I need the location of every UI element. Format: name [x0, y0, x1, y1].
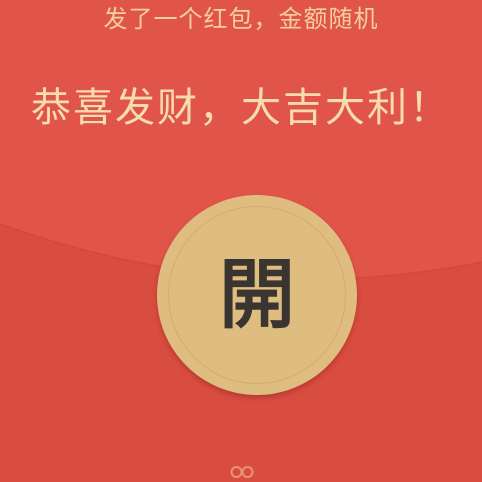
open-button-label: 開	[219, 250, 295, 339]
greeting-text: 恭喜发财，大吉大利！	[31, 85, 451, 131]
red-envelope-screen: 发了一个红包，金额随机 恭喜发财，大吉大利！ 開	[0, 0, 482, 482]
envelope-subtitle: 发了一个红包，金额随机	[103, 5, 379, 33]
open-envelope-button[interactable]: 開	[157, 195, 357, 395]
wechat-logo-icon	[230, 463, 254, 482]
